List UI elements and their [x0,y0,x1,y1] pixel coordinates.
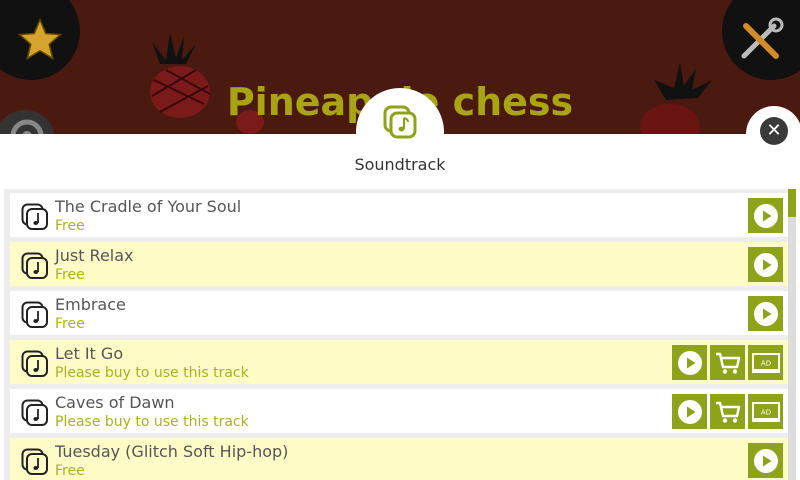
play-button[interactable] [748,247,783,282]
ad-screen-icon: AD [751,401,780,422]
buy-button[interactable] [710,345,745,380]
watch-ad-button[interactable]: AD [748,394,783,429]
music-file-icon [21,350,48,377]
music-file-icon [21,448,48,475]
track-name: Tuesday (Glitch Soft Hip-hop) [55,442,289,461]
play-icon [677,350,702,375]
track-row[interactable]: Embrace Free [10,291,788,335]
track-list[interactable]: The Cradle of Your Soul Free Just Relax … [4,189,788,480]
cart-icon [715,352,740,374]
track-name: Embrace [55,295,126,314]
ad-label: AD [760,408,770,416]
scrollbar-thumb[interactable] [788,189,796,217]
track-status: Free [55,463,85,479]
track-row[interactable]: Just Relax Free [10,242,788,286]
track-row[interactable]: The Cradle of Your Soul Free [10,193,788,237]
buy-button[interactable] [710,394,745,429]
track-row[interactable]: Let It Go Please buy to use this track A… [10,340,788,384]
play-icon [753,203,778,228]
play-icon [753,301,778,326]
track-name: The Cradle of Your Soul [55,197,242,216]
play-icon [753,448,778,473]
track-status: Free [55,218,85,234]
play-button[interactable] [748,198,783,233]
scrollbar[interactable] [788,189,796,480]
close-icon: ✕ [766,120,782,141]
track-status: Please buy to use this track [55,365,249,381]
watch-ad-button[interactable]: AD [748,345,783,380]
track-row[interactable]: Caves of Dawn Please buy to use this tra… [10,389,788,433]
cart-icon [715,401,740,423]
music-file-icon [21,203,48,230]
ad-label: AD [760,359,770,367]
panel-title: Soundtrack [354,155,446,174]
favorites-button[interactable] [0,0,80,80]
tools-icon [741,17,784,59]
star-icon [17,17,63,61]
play-button[interactable] [748,296,783,331]
track-name: Just Relax [55,246,134,265]
play-button[interactable] [672,345,707,380]
settings-button[interactable] [722,0,800,80]
music-file-icon [21,252,48,279]
play-icon [677,399,702,424]
track-status: Free [55,316,85,332]
track-status: Free [55,267,85,283]
ad-screen-icon: AD [751,352,780,373]
play-button[interactable] [672,394,707,429]
track-status: Please buy to use this track [55,414,249,430]
play-button[interactable] [748,443,783,478]
close-button[interactable]: ✕ [760,117,788,145]
track-name: Let It Go [55,344,124,363]
music-folder-icon [383,105,417,139]
play-icon [753,252,778,277]
track-row[interactable]: Tuesday (Glitch Soft Hip-hop) Free [10,438,788,480]
music-file-icon [21,399,48,426]
track-name: Caves of Dawn [55,393,175,412]
music-file-icon [21,301,48,328]
